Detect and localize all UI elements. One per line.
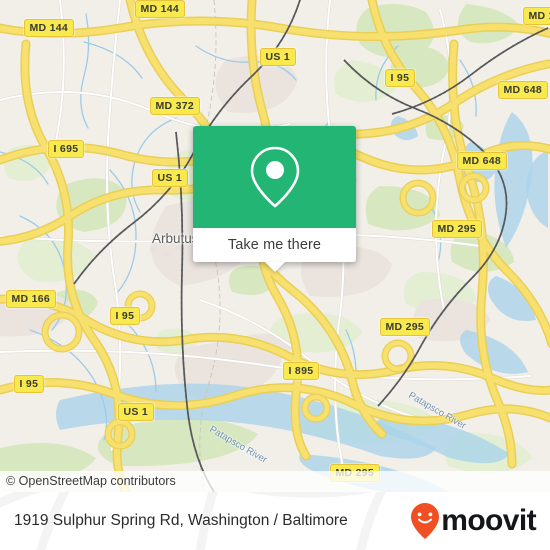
moovit-wordmark: moovit xyxy=(441,504,536,537)
take-me-there-button[interactable]: Take me there xyxy=(193,228,356,262)
osm-attribution-label: © OpenStreetMap contributors xyxy=(6,474,176,488)
highway-shield[interactable]: MD 295 xyxy=(432,220,482,238)
moovit-smiley-pin-icon xyxy=(411,503,440,539)
location-pin-icon xyxy=(250,146,299,208)
highway-shield[interactable]: I 695 xyxy=(48,140,84,158)
highway-shield[interactable]: US 1 xyxy=(260,48,296,66)
highway-shield[interactable]: US 1 xyxy=(118,403,154,421)
highway-shield[interactable]: MD 372 xyxy=(150,97,200,115)
highway-shield[interactable]: MD 295 xyxy=(380,318,430,336)
highway-shield[interactable]: US 1 xyxy=(152,169,188,187)
highway-shield[interactable]: I 95 xyxy=(385,69,415,87)
moovit-map-screenshot: .land{fill:#f2efe9} .grn{fill:#d7e8c0} .… xyxy=(0,0,550,550)
take-me-there-label: Take me there xyxy=(227,237,322,253)
highway-shield[interactable]: I 95 xyxy=(14,375,44,393)
highway-shield[interactable]: MD 144 xyxy=(523,7,550,25)
highway-shield[interactable]: MD 144 xyxy=(24,19,74,37)
moovit-logo[interactable]: moovit xyxy=(410,502,537,540)
popup-card-pointer xyxy=(264,262,285,272)
map-canvas[interactable]: .land{fill:#f2efe9} .grn{fill:#d7e8c0} .… xyxy=(0,0,550,492)
highway-shield[interactable]: MD 144 xyxy=(135,0,185,18)
footer-bar: 1919 Sulphur Spring Rd, Washington / Bal… xyxy=(0,492,550,550)
osm-attribution[interactable]: © OpenStreetMap contributors xyxy=(0,471,550,492)
place-label-arbutus: Arbutus xyxy=(152,231,199,246)
highway-shield[interactable]: MD 648 xyxy=(498,81,548,99)
address-label: 1919 Sulphur Spring Rd, Washington / Bal… xyxy=(14,512,348,529)
highway-shield[interactable]: I 895 xyxy=(283,362,319,380)
highway-shield[interactable]: MD 648 xyxy=(457,152,507,170)
highway-shield[interactable]: MD 166 xyxy=(6,290,56,308)
popup-card-header xyxy=(193,126,356,228)
location-popup-card[interactable]: Take me there xyxy=(193,126,356,272)
highway-shield[interactable]: I 95 xyxy=(110,307,140,325)
